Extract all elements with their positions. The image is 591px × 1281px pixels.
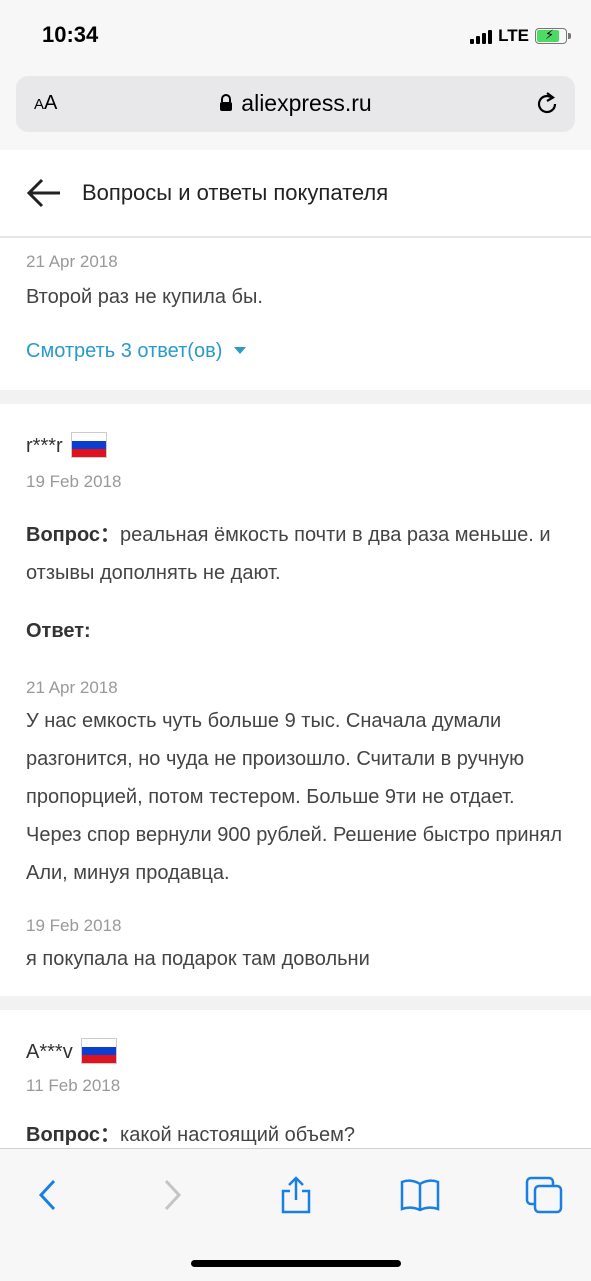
russia-flag-icon [70, 432, 107, 458]
question-text: Вопрос：реальная ёмкость почти в два раза… [26, 524, 551, 584]
page-title: Вопросы и ответы покупателя [82, 180, 389, 205]
page-header: Вопросы и ответы покупателя [0, 150, 591, 238]
answer-text: У нас емкость чуть больше 9 тыс. Сначала… [26, 710, 563, 884]
status-time: 10:34 [42, 22, 99, 47]
user-name: A***v [26, 1038, 117, 1064]
divider [0, 996, 591, 1010]
divider [0, 390, 591, 404]
status-bar: 10:34 LTE ⚡ [0, 0, 591, 72]
view-answers-link[interactable]: Смотреть 3 ответ(ов) [26, 340, 247, 363]
home-indicator [191, 1260, 401, 1267]
russia-flag-icon [80, 1038, 117, 1064]
reload-icon[interactable] [533, 90, 561, 118]
browser-address-area: AA aliexpress.ru [0, 72, 591, 151]
tabs-icon[interactable] [522, 1173, 566, 1217]
answer-text: Второй раз не купила бы. [26, 286, 263, 308]
bookmarks-icon[interactable] [398, 1173, 442, 1217]
battery-icon: ⚡ [535, 27, 571, 44]
url-text: aliexpress.ru [241, 90, 372, 116]
answer-date: 19 Feb 2018 [26, 916, 122, 935]
chevron-down-icon [234, 347, 247, 354]
back-icon[interactable] [26, 1173, 70, 1217]
share-icon[interactable] [274, 1173, 318, 1217]
question-date: 19 Feb 2018 [26, 472, 122, 491]
signal-icon [470, 28, 493, 44]
list-item: 21 Apr 2018 Второй раз не купила бы. Смо… [0, 238, 591, 390]
status-indicators: LTE ⚡ [470, 26, 571, 46]
qa-list[interactable]: 21 Apr 2018 Второй раз не купила бы. Смо… [0, 238, 591, 1148]
answer-date: 21 Apr 2018 [26, 678, 118, 697]
address-bar[interactable]: AA aliexpress.ru [16, 76, 575, 132]
user-name: r***r [26, 432, 107, 458]
back-arrow-icon[interactable] [26, 176, 62, 210]
answer-text: я покупала на подарок там довольни [26, 948, 370, 970]
question-date: 11 Feb 2018 [26, 1076, 121, 1095]
question-label: Вопрос： [26, 1124, 121, 1146]
lock-icon [220, 94, 233, 111]
question-label: Вопрос： [26, 524, 121, 546]
question-text: Вопрос：какой настоящий объем? [26, 1124, 356, 1146]
network-label: LTE [498, 26, 529, 45]
list-item: A***v 11 Feb 2018 Вопрос：какой настоящий… [0, 1010, 591, 1148]
url-display[interactable]: aliexpress.ru [16, 90, 575, 117]
list-item: r***r 19 Feb 2018 Вопрос：реальная ёмкост… [0, 404, 591, 996]
answer-label: Ответ: [26, 620, 91, 642]
forward-icon[interactable] [150, 1173, 194, 1217]
answer-date: 21 Apr 2018 [26, 252, 118, 271]
